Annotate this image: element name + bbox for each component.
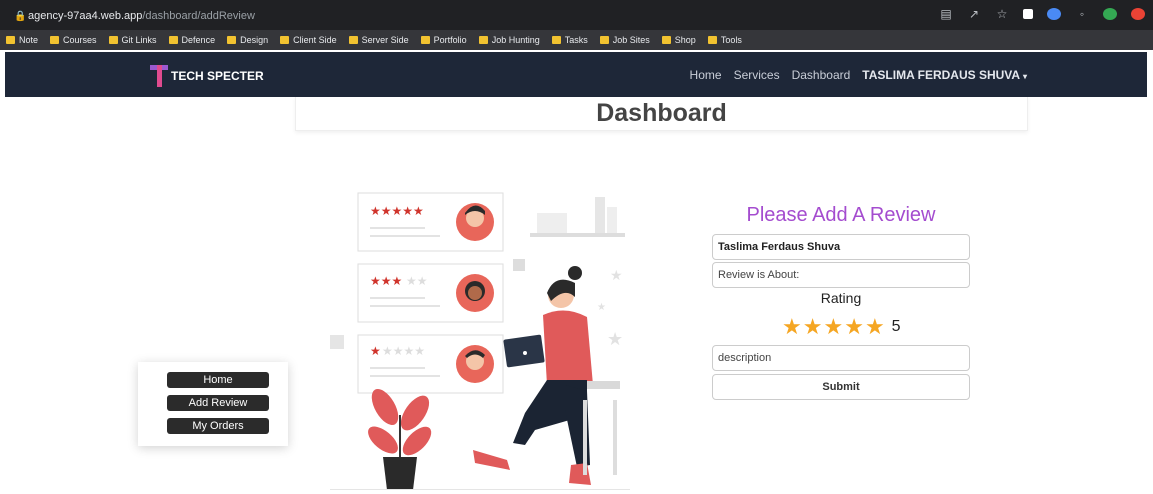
bookmark-item[interactable]: Server Side [348,35,409,45]
caret-down-icon: ▾ [1022,72,1027,81]
page-header-box: Dashboard [295,97,1028,131]
bookmark-item[interactable]: Job Hunting [478,35,540,45]
folder-icon [420,36,430,44]
star-icon[interactable]: ★ [823,316,843,338]
svg-text:★: ★ [597,302,606,313]
review-card: ★★★★★ [357,192,504,252]
bookmark-label: Job Sites [612,35,650,45]
bookmark-star-icon[interactable]: ☆ [995,7,1009,21]
extension-icon[interactable] [1047,8,1061,20]
review-card: ★ ★★★★ [357,334,504,394]
bookmark-item[interactable]: Portfolio [420,35,467,45]
bookmark-label: Defence [181,35,216,45]
bookmark-item[interactable]: Design [227,35,268,45]
star-icon[interactable]: ★ [865,316,885,338]
folder-icon [348,36,358,44]
rating-stars[interactable]: ★ ★ ★ ★ ★ 5 [782,316,901,338]
bookmark-label: Courses [63,35,97,45]
rating-value: 5 [891,318,901,335]
svg-text:★★★★★: ★★★★★ [370,204,424,218]
svg-text:★★★: ★★★ [370,274,402,288]
bookmark-label: Job Hunting [491,35,540,45]
share-icon[interactable]: ↗ [967,7,981,21]
plant-decoration [368,388,432,490]
folder-icon [227,36,237,44]
bookmark-label: Design [240,35,269,45]
bookmark-label: Server Side [361,35,409,45]
svg-text:★★: ★★ [406,274,428,288]
extension-icon[interactable] [1023,9,1033,19]
browser-toolbar-icons: ▤ ↗ ☆ ◦ [939,7,1145,21]
bookmark-item[interactable]: Note [6,35,38,45]
svg-text:★: ★ [370,344,381,358]
folder-icon [551,36,561,44]
description-field[interactable]: description [712,345,970,371]
star-icon[interactable]: ★ [844,316,864,338]
url-path: /dashboard/addReview [142,10,255,22]
folder-icon [50,36,60,44]
bookmark-item[interactable]: Defence [168,35,216,45]
bookmark-label: Tasks [564,35,588,45]
name-field[interactable]: Taslima Ferdaus Shuva [712,234,970,260]
bookmark-item[interactable]: Shop [661,35,696,45]
bookmarks-bar: Note Courses Git Links Defence Design Client … [0,30,1153,50]
folder-icon [108,36,118,44]
folder-icon [280,36,290,44]
bookmark-label: Note [19,35,39,45]
bookmark-item[interactable]: Client Side [280,35,337,45]
sidebar-add-review-button[interactable]: Add Review [167,395,269,411]
bookmark-label: Tools [720,35,742,45]
folder-icon [478,36,488,44]
bookmark-item[interactable]: Tasks [551,35,588,45]
svg-text:★: ★ [610,268,623,284]
form-title: Please Add A Review [746,204,936,226]
profile-icon[interactable] [1131,8,1145,20]
brand-name: TECH SPECTER [171,69,264,83]
page-title: Dashboard [596,99,727,127]
folder-icon [707,36,717,44]
bookmark-label: Client Side [293,35,337,45]
nav-links: Home Services Dashboard TASLIMA FERDAUS … [690,68,1027,82]
bookmark-item[interactable]: Git Links [108,35,157,45]
review-about-field[interactable]: Review is About: [712,262,970,288]
sidebar-home-button[interactable]: Home [167,372,269,388]
star-icon[interactable]: ★ [782,316,802,338]
logo-icon [150,65,168,87]
url-host: agency-97aa4.web.app [28,10,143,22]
nav-link-services[interactable]: Services [734,68,780,82]
sidebar-my-orders-button[interactable]: My Orders [167,418,269,434]
bookmark-label: Git Links [121,35,157,45]
review-card: ★★★ ★★ [357,263,504,323]
review-illustration: ★★★★★ ★★★ ★★ ★ ★★★★ ★ ★ ★ [330,192,630,490]
folder-icon [168,36,178,44]
star-icon[interactable]: ★ [803,316,823,338]
rating-label: Rating [820,290,862,306]
brand-logo[interactable]: TECH SPECTER [150,65,264,87]
folder-icon [661,36,671,44]
dashboard-sidebar: Home Add Review My Orders [138,362,288,446]
bookmark-item[interactable]: Tools [707,35,742,45]
nav-link-home[interactable]: Home [690,68,722,82]
submit-button[interactable]: Submit [712,374,970,400]
nav-link-dashboard[interactable]: Dashboard [792,68,851,82]
bookmark-label: Shop [674,35,696,45]
tab-search-icon[interactable]: ▤ [939,7,953,21]
extension-icon[interactable] [1103,8,1117,20]
bookmark-item[interactable]: Job Sites [599,35,650,45]
user-menu[interactable]: TASLIMA FERDAUS SHUVA ▾ [862,68,1027,82]
bookmark-label: Portfolio [433,35,467,45]
svg-text:★: ★ [607,329,623,350]
extension-icon[interactable]: ◦ [1075,7,1089,21]
folder-icon [599,36,609,44]
lock-icon: 🔒 [14,10,27,22]
site-navbar: TECH SPECTER Home Services Dashboard TAS… [5,52,1147,97]
bookmark-item[interactable]: Courses [50,35,97,45]
folder-icon [6,36,15,44]
user-name: TASLIMA FERDAUS SHUVA [862,68,1020,82]
svg-text:★★★★: ★★★★ [382,344,425,358]
